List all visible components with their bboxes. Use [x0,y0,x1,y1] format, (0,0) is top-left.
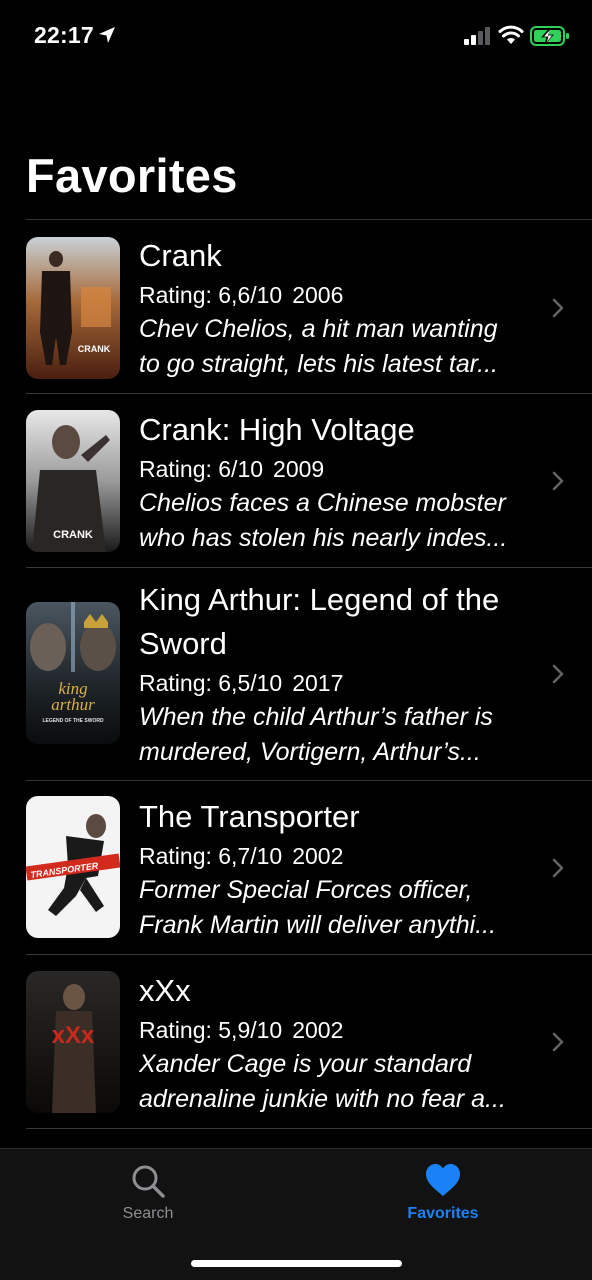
movie-title: Crank [139,238,222,273]
movie-rating: Rating: 6/10 [139,456,264,482]
wifi-icon [498,25,524,44]
heart-icon [426,1164,460,1196]
movie-description-line2: murdered, Vortigern, Arthur’s... [139,738,481,766]
movie-row-crank-high-voltage[interactable]: CRANK Crank: High Voltage Rating: 6/10 20… [0,394,592,567]
chevron-right-icon [552,298,564,318]
movie-year: 2009 [273,456,325,482]
chevron-right-icon [552,858,564,878]
movie-rating: Rating: 6,7/10 [139,843,283,869]
movie-meta: Rating: 6,5/10 2017 [139,666,539,700]
movie-poster: CRANK [26,237,120,379]
movie-title: xXx [139,973,191,1008]
favorites-screen: 22:17 Favorites CRANK Crank Rating: 6,6/… [0,0,592,1280]
movie-description-line1: Former Special Forces officer, [139,876,473,904]
movie-year: 2002 [292,1017,344,1043]
tab-search-label: Search [122,1205,174,1222]
tab-favorites[interactable]: Favorites [343,1163,543,1223]
movie-meta: Rating: 6,6/10 2006 [139,278,539,312]
movie-poster: king arthur LEGEND OF THE SWORD [26,602,120,744]
home-indicator [191,1260,402,1267]
movie-year: 2017 [292,670,344,696]
cellular-signal-icon [464,27,490,45]
movie-year: 2002 [292,843,344,869]
movie-description-line1: Xander Cage is your standard [139,1050,472,1078]
movie-row-king-arthur[interactable]: king arthur LEGEND OF THE SWORD King Art… [0,568,592,780]
movie-title: The Transporter [139,799,360,834]
movie-meta: Rating: 6,7/10 2002 [139,839,539,873]
svg-text:xXx: xXx [52,1022,95,1049]
favorites-list[interactable]: CRANK Crank Rating: 6,6/10 2006 Chev Chel… [0,219,592,1129]
movie-meta: Rating: 6/10 2009 [139,452,539,486]
status-time: 22:17 [34,22,94,48]
movie-meta: Rating: 5,9/10 2002 [139,1013,539,1047]
movie-row-the-transporter[interactable]: TRANSPORTER The Transporter Rating: 6,7/… [0,781,592,954]
status-bar: 22:17 [0,0,592,72]
chevron-right-icon [552,664,564,684]
list-divider [26,1128,592,1129]
search-icon [132,1165,165,1198]
movie-description-line1: Chelios faces a Chinese mobster [139,489,506,517]
movie-poster: CRANK [26,410,120,552]
movie-rating: Rating: 5,9/10 [139,1017,283,1043]
movie-rating: Rating: 6,6/10 [139,282,283,308]
chevron-right-icon [552,1032,564,1052]
tab-search[interactable]: Search [48,1163,248,1223]
movie-description-line2: Frank Martin will deliver anythi... [139,911,497,939]
chevron-right-icon [552,471,564,491]
location-arrow-icon [99,27,115,43]
movie-rating: Rating: 6,5/10 [139,670,283,696]
battery-charging-icon [530,26,569,46]
movie-description-line2: adrenaline junkie with no fear a... [139,1085,506,1113]
movie-title-line2: Sword [139,626,227,661]
svg-text:LEGEND OF THE SWORD: LEGEND OF THE SWORD [42,718,104,724]
movie-description-line1: When the child Arthur’s father is [139,703,493,731]
movie-year: 2006 [292,282,344,308]
movie-description-line2: to go straight, lets his latest tar... [139,350,498,378]
movie-description-line1: Chev Chelios, a hit man wanting [139,315,498,343]
svg-text:CRANK: CRANK [78,344,111,354]
svg-text:arthur: arthur [51,695,95,714]
svg-text:CRANK: CRANK [53,529,93,541]
movie-poster: xXx [26,971,120,1113]
page-title: Favorites [26,149,238,202]
movie-poster: TRANSPORTER [26,796,120,938]
movie-title: Crank: High Voltage [139,412,415,447]
tab-favorites-label: Favorites [407,1205,479,1222]
movie-row-crank[interactable]: CRANK Crank Rating: 6,6/10 2006 Chev Chel… [0,220,592,393]
movie-title-line1: King Arthur: Legend of the [139,582,500,617]
movie-row-xxx[interactable]: xXx xXx Rating: 5,9/10 2002 Xander Cage i… [0,955,592,1128]
movie-description-line2: who has stolen his nearly indes... [139,524,508,552]
